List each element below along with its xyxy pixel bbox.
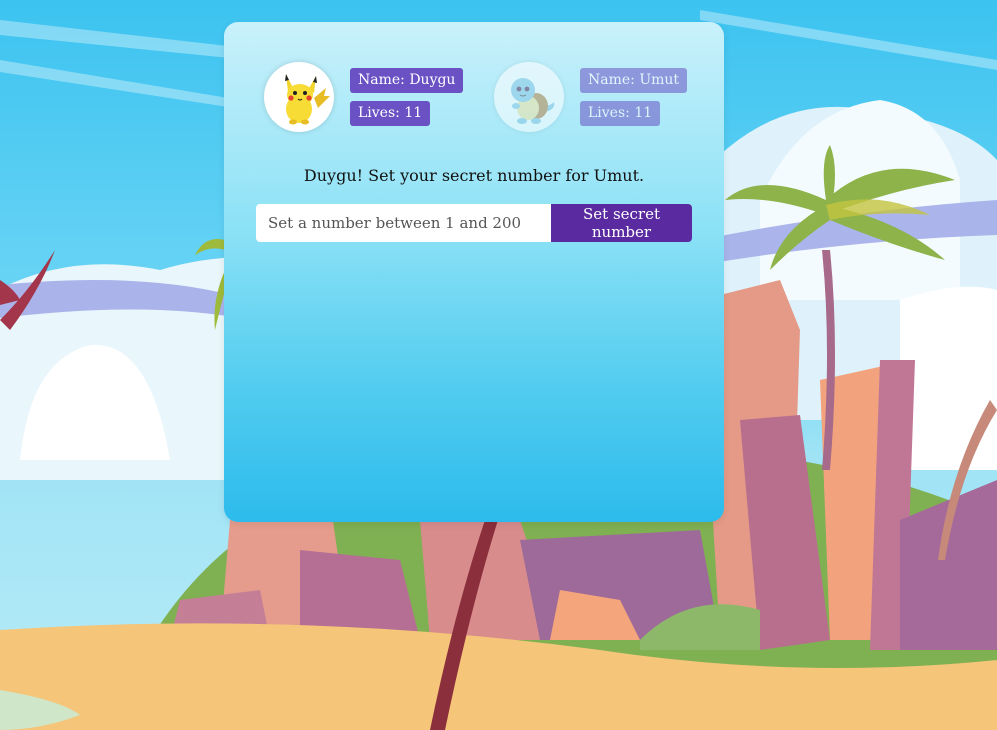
player-lives-badge: Lives: 11: [350, 101, 431, 126]
player-name-badge: Name: Umut: [580, 68, 688, 93]
squirtle-avatar: [494, 62, 564, 132]
turn-prompt: Duygu! Set your secret number for Umut.: [303, 166, 645, 185]
secret-number-input[interactable]: [256, 204, 551, 242]
pikachu-icon: [285, 74, 330, 125]
game-card: Name: Duygu Lives: 11 Name: Umut Lives: …: [224, 22, 724, 522]
player-name-badge: Name: Duygu: [350, 68, 464, 93]
game-screen: Name: Duygu Lives: 11 Name: Umut Lives: …: [0, 0, 997, 730]
set-secret-number-button[interactable]: Set secret number: [551, 204, 692, 242]
secret-number-form: Set secret number: [256, 204, 692, 242]
squirtle-icon: [511, 78, 555, 124]
pikachu-avatar: [264, 62, 334, 132]
player-lives-badge: Lives: 11: [580, 101, 661, 126]
